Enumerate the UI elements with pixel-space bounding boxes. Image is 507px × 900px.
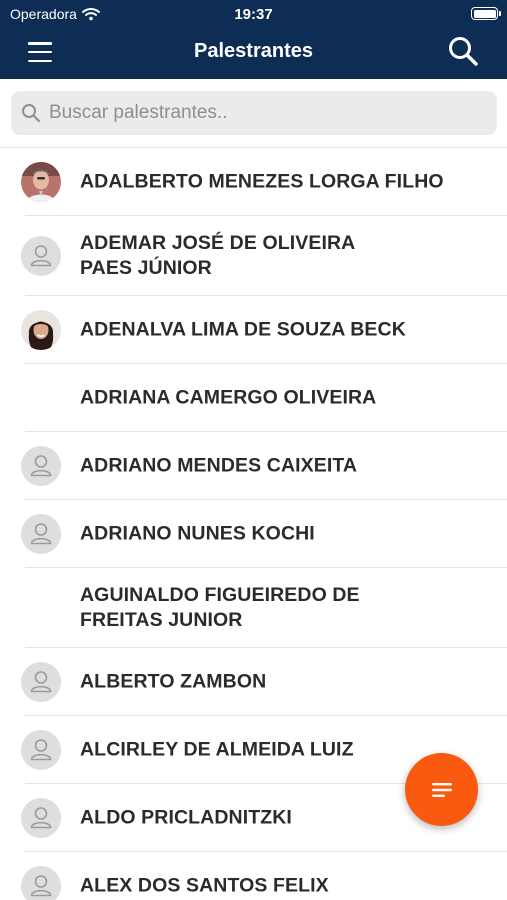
speaker-name-line1: ADRIANO MENDES CAIXEITA bbox=[80, 454, 358, 477]
page-title: Palestrantes bbox=[194, 40, 313, 62]
speaker-row[interactable]: ADENALVA LIMA DE SOUZA BECK bbox=[0, 296, 507, 364]
search-icon bbox=[22, 104, 41, 123]
speaker-name: ALEX DOS SANTOS FELIX bbox=[80, 874, 467, 899]
filter-fab-button[interactable] bbox=[405, 753, 478, 826]
speaker-row[interactable]: ADRIANA CAMERGO OLIVEIRA bbox=[0, 364, 507, 432]
speaker-name: ADRIANO NUNES KOCHI bbox=[80, 522, 467, 547]
person-placeholder-icon bbox=[30, 739, 52, 761]
filter-lines-icon bbox=[431, 782, 452, 797]
speaker-name-line1: ADALBERTO MENEZES LORGA FILHO bbox=[80, 170, 444, 193]
avatar bbox=[21, 514, 61, 554]
person-placeholder-icon bbox=[30, 245, 52, 267]
battery-icon bbox=[471, 7, 501, 20]
speaker-name-line1: ALEX DOS SANTOS FELIX bbox=[80, 874, 329, 897]
speaker-row[interactable]: ADALBERTO MENEZES LORGA FILHO bbox=[0, 148, 507, 216]
speaker-name: ALCIRLEY DE ALMEIDA LUIZ bbox=[80, 738, 467, 763]
speaker-name: ALBERTO ZAMBON bbox=[80, 670, 467, 695]
search-icon bbox=[449, 37, 478, 66]
search-button[interactable] bbox=[446, 34, 482, 70]
speaker-name: ADALBERTO MENEZES LORGA FILHO bbox=[80, 170, 467, 195]
speaker-name-line1: ALDO PRICLADNITZKI bbox=[80, 806, 292, 829]
speaker-name: AGUINALDO FIGUEIREDO DE FREITAS JUNIOR bbox=[80, 583, 467, 633]
speaker-name-line2: FREITAS JUNIOR bbox=[80, 609, 243, 631]
app-header: Operadora 19:37 Palestrantes bbox=[0, 0, 507, 79]
speaker-name: ALDO PRICLADNITZKI bbox=[80, 806, 467, 831]
speaker-row[interactable]: ADRIANO NUNES KOCHI bbox=[0, 500, 507, 568]
clock: 19:37 bbox=[234, 6, 273, 23]
speaker-name-line1: ALCIRLEY DE ALMEIDA LUIZ bbox=[80, 738, 354, 761]
man-photo-icon bbox=[21, 162, 61, 202]
speaker-name-line1: ADRIANO NUNES KOCHI bbox=[80, 522, 315, 545]
speaker-name: ADRIANA CAMERGO OLIVEIRA bbox=[80, 386, 467, 411]
speaker-row[interactable]: ADEMAR JOSÉ DE OLIVEIRA PAES JÚNIOR bbox=[0, 216, 507, 296]
speaker-name-line1: ALBERTO ZAMBON bbox=[80, 670, 267, 693]
search-input[interactable] bbox=[49, 102, 469, 124]
avatar bbox=[21, 588, 61, 628]
person-placeholder-icon bbox=[30, 455, 52, 477]
avatar bbox=[21, 798, 61, 838]
speaker-name: ADENALVA LIMA DE SOUZA BECK bbox=[80, 318, 467, 343]
speaker-name-line2: PAES JÚNIOR bbox=[80, 257, 212, 279]
speaker-name-line1: ADENALVA LIMA DE SOUZA BECK bbox=[80, 318, 406, 341]
avatar bbox=[21, 378, 61, 418]
speaker-row[interactable]: ALBERTO ZAMBON bbox=[0, 648, 507, 716]
speaker-name: ADEMAR JOSÉ DE OLIVEIRA PAES JÚNIOR bbox=[80, 231, 467, 281]
avatar bbox=[21, 310, 61, 350]
person-placeholder-icon bbox=[30, 875, 52, 897]
speaker-row[interactable]: ADRIANO MENDES CAIXEITA bbox=[0, 432, 507, 500]
woman-photo-icon bbox=[21, 310, 61, 350]
status-bar: Operadora 19:37 bbox=[0, 0, 507, 28]
avatar bbox=[21, 446, 61, 486]
speaker-name-line1: ADRIANA CAMERGO OLIVEIRA bbox=[80, 386, 377, 409]
avatar bbox=[21, 162, 61, 202]
speaker-row[interactable]: AGUINALDO FIGUEIREDO DE FREITAS JUNIOR bbox=[0, 568, 507, 648]
search-bar[interactable] bbox=[11, 91, 497, 135]
avatar bbox=[21, 236, 61, 276]
avatar bbox=[21, 730, 61, 770]
person-placeholder-icon bbox=[30, 671, 52, 693]
speaker-name-line1: ADEMAR JOSÉ DE OLIVEIRA bbox=[80, 232, 356, 254]
avatar bbox=[21, 866, 61, 900]
person-placeholder-icon bbox=[30, 807, 52, 829]
speaker-name-line1: AGUINALDO FIGUEIREDO DE bbox=[80, 584, 360, 606]
speaker-name: ADRIANO MENDES CAIXEITA bbox=[80, 454, 467, 479]
speaker-row[interactable]: ALEX DOS SANTOS FELIX bbox=[0, 852, 507, 900]
avatar bbox=[21, 662, 61, 702]
person-placeholder-icon bbox=[30, 523, 52, 545]
